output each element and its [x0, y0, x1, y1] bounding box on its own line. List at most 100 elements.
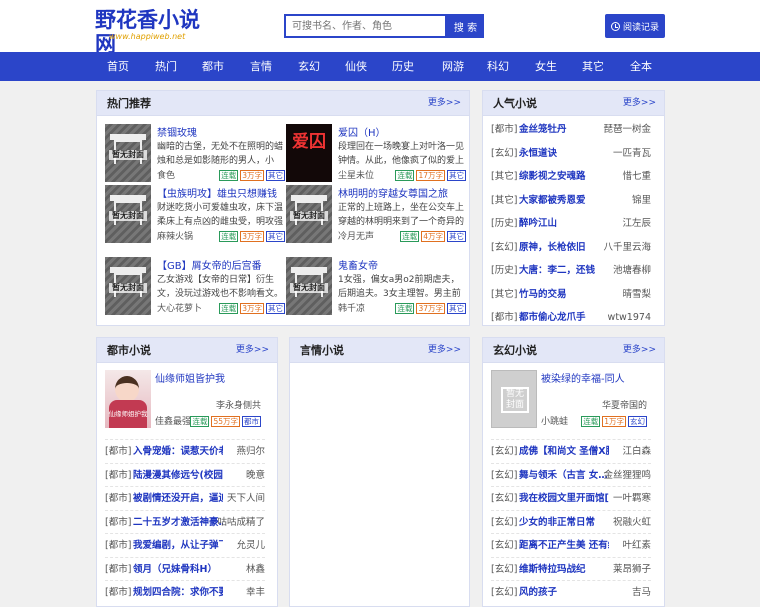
- book-list-item[interactable]: [都市] 二十五岁才激活神豪… 咕咕成精了: [105, 509, 265, 534]
- book-name[interactable]: 我在校园文里开面馆[美…: [519, 487, 609, 510]
- book-name[interactable]: 爱囚（H）: [338, 124, 386, 139]
- status-tag: 连载: [395, 303, 415, 314]
- book-list-item[interactable]: [都市]被剧情还没开启，逼迫…天下人间: [105, 486, 265, 509]
- book-name[interactable]: 入骨宠婚：误惹天价老公: [133, 440, 223, 463]
- book-name[interactable]: 大唐：李二，还钱: [519, 259, 595, 282]
- hot-book-item[interactable]: 暂无封面 鬼畜女帝 1女强，偏女a男o2前期虐夫，后期追夫。3女主理智。男主前期韩千…: [286, 257, 466, 317]
- book-name[interactable]: 都市偷心龙爪手: [519, 306, 586, 329]
- book-cover[interactable]: 暂无封面: [105, 124, 151, 182]
- book-author: 冷月无声: [338, 232, 375, 242]
- popular-list-item[interactable]: [其它] 竹马的交易 晴雪梨: [491, 283, 651, 306]
- book-name[interactable]: 领月（兄妹骨科H）: [133, 558, 217, 581]
- popular-list-item[interactable]: [都市] 金丝笼牡丹 琵琶一树金: [491, 118, 651, 141]
- book-name[interactable]: 舞与领禾（古言 女…: [519, 464, 608, 487]
- book-name[interactable]: 维斯特拉玛战纪: [519, 558, 586, 581]
- book-name[interactable]: 金丝笼牡丹: [519, 118, 567, 141]
- nav-item[interactable]: 其它: [573, 52, 613, 81]
- popular-list-item[interactable]: [玄幻] 永恒道诀 一匹青瓦: [491, 142, 651, 165]
- book-name[interactable]: 醉吟江山: [519, 212, 557, 235]
- book-name[interactable]: 风的孩子: [519, 581, 557, 604]
- book-list-item[interactable]: [玄幻]我在校园文里开面馆[美…一叶羁寒: [491, 486, 651, 509]
- book-name[interactable]: 【虫族明攻】雄虫只想赚钱: [157, 185, 277, 200]
- popular-list-item[interactable]: [历史] 大唐：李二，还钱 池塘春柳: [491, 259, 651, 282]
- book-name[interactable]: 大家都被秀恩爱: [519, 189, 586, 212]
- search-button[interactable]: 搜 索: [447, 14, 484, 38]
- book-category: [都市]: [105, 469, 132, 481]
- popular-more-link[interactable]: 更多>>: [623, 91, 656, 116]
- site-logo[interactable]: 野花香小说网 www.happiweb.net: [95, 8, 215, 56]
- book-name[interactable]: 二十五岁才激活神豪…: [133, 511, 223, 534]
- book-name[interactable]: 鬼畜女帝: [338, 257, 378, 272]
- popular-list-item[interactable]: [玄幻] 原神，长枪依旧 八千里云海: [491, 236, 651, 259]
- book-cover[interactable]: 暂无封面: [286, 257, 332, 315]
- hot-book-item[interactable]: 暂无封面 【虫族明攻】雄虫只想赚钱 财迷吃货小可爱雄虫攻，床下温柔床上有点凶的雌虫受…: [105, 185, 285, 245]
- book-list-item[interactable]: [玄幻] 维斯特拉玛战纪 莱昂狮子: [491, 556, 651, 581]
- popular-list-item[interactable]: [其它] 大家都被秀恩爱 锦里: [491, 189, 651, 212]
- nav-item[interactable]: 仙侠: [336, 52, 376, 81]
- read-record-button[interactable]: 阅读记录: [605, 14, 665, 38]
- popular-list-item[interactable]: [历史] 醉吟江山 江左辰: [491, 212, 651, 235]
- urban-more-link[interactable]: 更多>>: [236, 338, 269, 363]
- book-cover[interactable]: 暂无封面: [105, 185, 151, 243]
- book-list-item[interactable]: [玄幻]成佛【和尚文 圣僧X腰…】 江白森: [491, 439, 651, 462]
- book-author: 林鑫: [245, 563, 265, 575]
- book-category: [都市]: [491, 124, 518, 135]
- book-cover[interactable]: 爱囚: [286, 124, 332, 182]
- romance-more-link[interactable]: 更多>>: [428, 338, 461, 363]
- featured-book-name[interactable]: 被染绿的幸福-同人: [541, 370, 625, 385]
- nav-item[interactable]: 玄幻: [289, 52, 329, 81]
- book-list-item[interactable]: [都市]入骨宠婚：误惹天价老公 燕归尔: [105, 439, 265, 462]
- book-name[interactable]: 永恒道诀: [519, 142, 557, 165]
- book-name[interactable]: 综影视之安魂路: [519, 165, 586, 188]
- wordcount-tag: 17万字: [416, 170, 445, 181]
- book-cover[interactable]: 仙缘师姐护我: [105, 370, 151, 428]
- book-name[interactable]: 距离不正产生美 还有绿: [519, 534, 609, 557]
- nav-item[interactable]: 热门: [146, 52, 186, 81]
- book-name[interactable]: 陆漫漫其修远兮(校园 1v1): [133, 464, 223, 487]
- book-name[interactable]: 我爱编剧，从让子弹飞…: [133, 534, 223, 557]
- book-name[interactable]: 被剧情还没开启，逼迫…: [133, 487, 223, 510]
- book-name[interactable]: 规划四合院：求你不要过来…: [133, 581, 223, 604]
- hot-more-link[interactable]: 更多>>: [428, 91, 461, 116]
- nav-item[interactable]: 首页: [98, 52, 138, 81]
- hot-book-item[interactable]: 暂无封面 禁锢玫瑰 幽暗的古堡，无处不在照明的蜡烛和总是如影随形的男人，小 食色 连载 3…: [105, 124, 285, 184]
- book-author: 叶红素: [622, 540, 651, 551]
- book-author: 池塘春柳: [612, 265, 651, 276]
- nav-item[interactable]: 言情: [241, 52, 281, 81]
- urban-featured-book[interactable]: 仙缘师姐护我 仙缘师姐皆护我 李永身侧共 佳鑫最强 连载 55万字 都市: [105, 370, 261, 430]
- nav-item[interactable]: 科幻: [478, 52, 518, 81]
- nav-item[interactable]: 网游: [433, 52, 473, 81]
- hot-book-item[interactable]: 暂无封面 【GB】屑女帝的后宫番 乙女游戏【女帝的日常】衍生文，没玩过游戏也不影响看…: [105, 257, 285, 317]
- book-list-item[interactable]: [玄幻] 舞与领禾（古言 女… 金丝狸狸鸣: [491, 462, 651, 487]
- fantasy-more-link[interactable]: 更多>>: [623, 338, 656, 363]
- book-list-item[interactable]: [都市]我爱编剧，从让子弹飞… 允灵儿: [105, 533, 265, 556]
- book-name[interactable]: 少女的非正常日常: [519, 511, 595, 534]
- book-list-item[interactable]: [都市]陆漫漫其修远兮(校园 1v1) 晚意: [105, 462, 265, 487]
- book-name[interactable]: 原神，长枪依旧: [519, 236, 586, 259]
- book-cover[interactable]: 暂无封面: [491, 370, 537, 428]
- popular-list-item[interactable]: [都市] 都市偷心龙爪手 wtw1974: [491, 306, 651, 329]
- featured-book-name[interactable]: 仙缘师姐皆护我: [155, 370, 225, 385]
- book-tags: 连载 55万字 都市: [190, 416, 261, 427]
- book-name[interactable]: 【GB】屑女帝的后宫番: [157, 257, 262, 272]
- hot-book-item[interactable]: 暂无封面 林明明的穿越女尊国之旅 正常的上班路上，坐在公交车上穿越的林明明来到了一个…: [286, 185, 466, 245]
- book-list-item[interactable]: [玄幻] 少女的非正常日常 祝融火虹: [491, 509, 651, 534]
- book-name[interactable]: 竹马的交易: [519, 283, 567, 306]
- popular-list-item[interactable]: [其它] 综影视之安魂路 惜七重: [491, 165, 651, 188]
- book-list-item[interactable]: [玄幻] 距离不正产生美 还有绿 叶红素: [491, 533, 651, 556]
- nav-item[interactable]: 都市: [193, 52, 233, 81]
- fantasy-featured-book[interactable]: 暂无封面 被染绿的幸福-同人 华夏帝国的 小跳蛙 连载 1万字 玄幻: [491, 370, 647, 430]
- book-name[interactable]: 林明明的穿越女尊国之旅: [338, 185, 448, 200]
- search-input[interactable]: [284, 14, 447, 38]
- book-list-item[interactable]: [都市] 领月（兄妹骨科H） 林鑫: [105, 556, 265, 581]
- category-tag: 其它: [266, 303, 285, 314]
- nav-item[interactable]: 女生: [526, 52, 566, 81]
- book-category: [玄幻]: [491, 493, 518, 504]
- nav-item[interactable]: 全本: [621, 52, 661, 81]
- book-name[interactable]: 成佛【和尚文 圣僧X腰…】: [519, 440, 609, 463]
- nav-item[interactable]: 历史: [383, 52, 423, 81]
- book-cover[interactable]: 暂无封面: [286, 185, 332, 243]
- book-name[interactable]: 禁锢玫瑰: [157, 124, 197, 139]
- book-cover[interactable]: 暂无封面: [105, 257, 151, 315]
- hot-book-item[interactable]: 爱囚 爱囚（H） 段理回在一场晚宴上对叶洛一见钟情。从此，他像疯了似的爱上 尘星未位 连…: [286, 124, 466, 184]
